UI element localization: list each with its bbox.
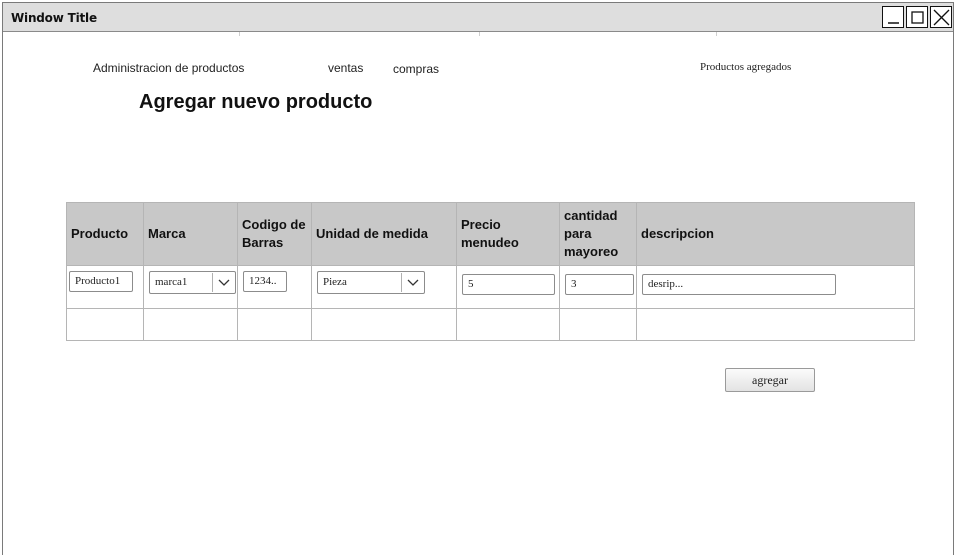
producto-input[interactable]: Producto1: [69, 270, 133, 292]
table-cell: [456, 308, 560, 341]
cantidad-mayoreo-input[interactable]: 3: [565, 273, 634, 295]
select-separator: [401, 273, 402, 292]
select-separator: [212, 273, 213, 292]
nav-admin-productos[interactable]: Administracion de productos: [93, 61, 244, 75]
divider: [239, 32, 240, 36]
table-cell: [237, 308, 312, 341]
table-header-row: Producto Marca Codigo de Barras Unidad de…: [66, 202, 915, 266]
header-producto: Producto: [66, 202, 144, 266]
window-title: Window Title: [11, 11, 97, 25]
maximize-icon: [911, 11, 924, 24]
table-row: [66, 308, 915, 341]
nav-compras[interactable]: compras: [393, 62, 439, 76]
precio-menudeo-input[interactable]: 5: [462, 273, 555, 295]
cell-marca: marca1: [143, 265, 238, 309]
title-bar: Window Title: [3, 3, 953, 32]
cell-descripcion: desrip...: [636, 265, 915, 309]
table-cell: [66, 308, 144, 341]
header-codigo-barras: Codigo de Barras: [237, 202, 312, 266]
maximize-button[interactable]: [906, 6, 928, 28]
descripcion-input[interactable]: desrip...: [642, 273, 836, 295]
app-window: Window Title Administracion de productos…: [2, 2, 954, 555]
minimize-icon: [888, 22, 899, 24]
divider: [716, 32, 717, 36]
minimize-button[interactable]: [882, 6, 904, 28]
unidad-select-value: Pieza: [323, 276, 347, 288]
header-marca: Marca: [143, 202, 238, 266]
marca-select-value: marca1: [155, 276, 188, 288]
cell-producto: Producto1: [66, 265, 144, 309]
close-button[interactable]: [930, 6, 952, 28]
table-cell: [559, 308, 637, 341]
cell-precio: 5: [456, 265, 560, 309]
chevron-down-icon: [218, 279, 230, 286]
table-cell: [636, 308, 915, 341]
product-table: Producto Marca Codigo de Barras Unidad de…: [66, 202, 915, 341]
header-precio-menudeo: Precio menudeo: [456, 202, 560, 266]
unidad-select[interactable]: Pieza: [317, 271, 425, 294]
header-descripcion: descripcion: [636, 202, 915, 266]
codigo-barras-input[interactable]: 1234..: [243, 270, 287, 292]
divider: [479, 32, 480, 36]
cell-unidad: Pieza: [311, 265, 457, 309]
table-cell: [143, 308, 238, 341]
header-cantidad-mayoreo: cantidad para mayoreo: [559, 202, 637, 266]
cell-codigo: 1234..: [237, 265, 312, 309]
header-unidad-medida: Unidad de medida: [311, 202, 457, 266]
nav-ventas[interactable]: ventas: [328, 61, 363, 75]
marca-select[interactable]: marca1: [149, 271, 236, 294]
nav-productos-agregados[interactable]: Productos agregados: [700, 61, 791, 73]
close-icon: [933, 9, 950, 26]
table-cell: [311, 308, 457, 341]
agregar-button[interactable]: agregar: [725, 368, 815, 392]
cell-cantidad: 3: [559, 265, 637, 309]
table-row: Producto1 marca1 1234.. Pieza 5 3 desrip…: [66, 265, 915, 309]
page-title: Agregar nuevo producto: [139, 91, 373, 113]
chevron-down-icon: [407, 279, 419, 286]
